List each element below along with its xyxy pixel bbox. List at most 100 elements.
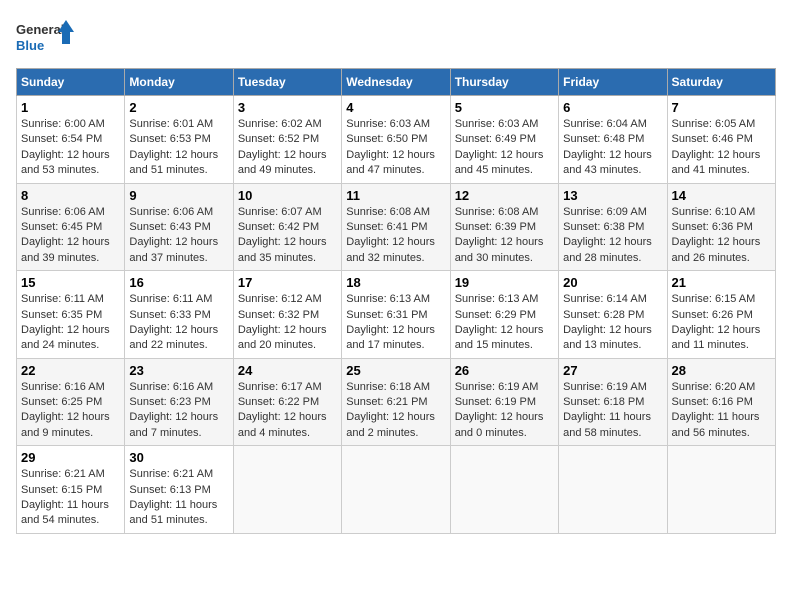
calendar-cell: 20 Sunrise: 6:14 AM Sunset: 6:28 PM Dayli… [559,271,667,359]
calendar-cell: 25 Sunrise: 6:18 AM Sunset: 6:21 PM Dayli… [342,358,450,446]
calendar-cell: 11Sunrise: 6:08 AM Sunset: 6:41 PM Dayli… [342,183,450,271]
logo-svg: General Blue [16,16,76,56]
day-number: 7 [672,100,771,115]
day-info: Sunrise: 6:08 AM Sunset: 6:39 PM Dayligh… [455,205,554,267]
page-header: General Blue [16,16,776,56]
calendar-table: SundayMondayTuesdayWednesdayThursdayFrid… [16,68,776,534]
day-number: 26 [455,363,554,378]
day-number: 15 [21,275,120,290]
calendar-cell: 3 Sunrise: 6:02 AM Sunset: 6:52 PM Daylig… [233,96,341,184]
day-info: Sunrise: 6:21 AM Sunset: 6:15 PM Dayligh… [21,467,120,529]
day-info: Sunrise: 6:15 AM Sunset: 6:26 PM Dayligh… [672,292,771,354]
header-monday: Monday [125,69,233,96]
day-info: Sunrise: 6:12 AM Sunset: 6:32 PM Dayligh… [238,292,337,354]
header-saturday: Saturday [667,69,775,96]
day-number: 8 [21,188,120,203]
day-number: 17 [238,275,337,290]
day-number: 28 [672,363,771,378]
day-info: Sunrise: 6:11 AM Sunset: 6:33 PM Dayligh… [129,292,228,354]
day-number: 18 [346,275,445,290]
calendar-cell: 4 Sunrise: 6:03 AM Sunset: 6:50 PM Daylig… [342,96,450,184]
calendar-cell: 5Sunrise: 6:03 AM Sunset: 6:49 PM Daylig… [450,96,558,184]
calendar-cell: 17 Sunrise: 6:12 AM Sunset: 6:32 PM Dayli… [233,271,341,359]
calendar-cell: 1Sunrise: 6:00 AM Sunset: 6:54 PM Daylig… [17,96,125,184]
calendar-cell: 12 Sunrise: 6:08 AM Sunset: 6:39 PM Dayli… [450,183,558,271]
day-number: 25 [346,363,445,378]
day-number: 6 [563,100,662,115]
day-number: 12 [455,188,554,203]
day-number: 3 [238,100,337,115]
calendar-cell: 8 Sunrise: 6:06 AM Sunset: 6:45 PM Daylig… [17,183,125,271]
calendar-week-4: 22 Sunrise: 6:16 AM Sunset: 6:25 PM Dayli… [17,358,776,446]
day-info: Sunrise: 6:20 AM Sunset: 6:16 PM Dayligh… [672,380,771,442]
day-number: 14 [672,188,771,203]
day-info: Sunrise: 6:02 AM Sunset: 6:52 PM Dayligh… [238,117,337,179]
calendar-cell: 18 Sunrise: 6:13 AM Sunset: 6:31 PM Dayli… [342,271,450,359]
calendar-cell: 14 Sunrise: 6:10 AM Sunset: 6:36 PM Dayli… [667,183,775,271]
calendar-cell [233,446,341,534]
svg-text:General: General [16,22,64,37]
calendar-week-2: 8 Sunrise: 6:06 AM Sunset: 6:45 PM Daylig… [17,183,776,271]
calendar-cell: 19 Sunrise: 6:13 AM Sunset: 6:29 PM Dayli… [450,271,558,359]
day-info: Sunrise: 6:07 AM Sunset: 6:42 PM Dayligh… [238,205,337,267]
calendar-cell [667,446,775,534]
calendar-cell [450,446,558,534]
day-number: 19 [455,275,554,290]
day-info: Sunrise: 6:16 AM Sunset: 6:23 PM Dayligh… [129,380,228,442]
day-info: Sunrise: 6:03 AM Sunset: 6:50 PM Dayligh… [346,117,445,179]
day-number: 30 [129,450,228,465]
day-info: Sunrise: 6:10 AM Sunset: 6:36 PM Dayligh… [672,205,771,267]
calendar-week-3: 15 Sunrise: 6:11 AM Sunset: 6:35 PM Dayli… [17,271,776,359]
day-info: Sunrise: 6:19 AM Sunset: 6:18 PM Dayligh… [563,380,662,442]
day-info: Sunrise: 6:08 AM Sunset: 6:41 PM Dayligh… [346,205,445,267]
day-info: Sunrise: 6:04 AM Sunset: 6:48 PM Dayligh… [563,117,662,179]
day-info: Sunrise: 6:05 AM Sunset: 6:46 PM Dayligh… [672,117,771,179]
day-number: 10 [238,188,337,203]
header-thursday: Thursday [450,69,558,96]
day-info: Sunrise: 6:14 AM Sunset: 6:28 PM Dayligh… [563,292,662,354]
calendar-cell: 7 Sunrise: 6:05 AM Sunset: 6:46 PM Daylig… [667,96,775,184]
day-number: 29 [21,450,120,465]
day-info: Sunrise: 6:00 AM Sunset: 6:54 PM Dayligh… [21,117,120,179]
day-info: Sunrise: 6:06 AM Sunset: 6:43 PM Dayligh… [129,205,228,267]
calendar-cell [559,446,667,534]
day-info: Sunrise: 6:16 AM Sunset: 6:25 PM Dayligh… [21,380,120,442]
day-number: 2 [129,100,228,115]
day-number: 22 [21,363,120,378]
calendar-cell: 28 Sunrise: 6:20 AM Sunset: 6:16 PM Dayli… [667,358,775,446]
day-info: Sunrise: 6:09 AM Sunset: 6:38 PM Dayligh… [563,205,662,267]
svg-text:Blue: Blue [16,38,44,53]
calendar-cell: 27Sunrise: 6:19 AM Sunset: 6:18 PM Dayli… [559,358,667,446]
calendar-cell: 6 Sunrise: 6:04 AM Sunset: 6:48 PM Daylig… [559,96,667,184]
calendar-week-1: 1Sunrise: 6:00 AM Sunset: 6:54 PM Daylig… [17,96,776,184]
day-number: 16 [129,275,228,290]
calendar-cell: 22 Sunrise: 6:16 AM Sunset: 6:25 PM Dayli… [17,358,125,446]
day-number: 9 [129,188,228,203]
day-number: 21 [672,275,771,290]
header-sunday: Sunday [17,69,125,96]
day-number: 13 [563,188,662,203]
day-number: 20 [563,275,662,290]
header-tuesday: Tuesday [233,69,341,96]
calendar-cell: 21 Sunrise: 6:15 AM Sunset: 6:26 PM Dayli… [667,271,775,359]
calendar-cell: 24Sunrise: 6:17 AM Sunset: 6:22 PM Dayli… [233,358,341,446]
logo: General Blue [16,16,76,56]
header-friday: Friday [559,69,667,96]
calendar-week-5: 29 Sunrise: 6:21 AM Sunset: 6:15 PM Dayli… [17,446,776,534]
day-info: Sunrise: 6:13 AM Sunset: 6:31 PM Dayligh… [346,292,445,354]
day-info: Sunrise: 6:03 AM Sunset: 6:49 PM Dayligh… [455,117,554,179]
calendar-cell: 15 Sunrise: 6:11 AM Sunset: 6:35 PM Dayli… [17,271,125,359]
calendar-cell: 10 Sunrise: 6:07 AM Sunset: 6:42 PM Dayli… [233,183,341,271]
calendar-cell: 9 Sunrise: 6:06 AM Sunset: 6:43 PM Daylig… [125,183,233,271]
day-info: Sunrise: 6:11 AM Sunset: 6:35 PM Dayligh… [21,292,120,354]
calendar-cell: 13 Sunrise: 6:09 AM Sunset: 6:38 PM Dayli… [559,183,667,271]
calendar-cell: 16 Sunrise: 6:11 AM Sunset: 6:33 PM Dayli… [125,271,233,359]
day-number: 24 [238,363,337,378]
day-info: Sunrise: 6:13 AM Sunset: 6:29 PM Dayligh… [455,292,554,354]
calendar-header-row: SundayMondayTuesdayWednesdayThursdayFrid… [17,69,776,96]
calendar-cell: 2Sunrise: 6:01 AM Sunset: 6:53 PM Daylig… [125,96,233,184]
day-info: Sunrise: 6:06 AM Sunset: 6:45 PM Dayligh… [21,205,120,267]
day-number: 4 [346,100,445,115]
day-info: Sunrise: 6:18 AM Sunset: 6:21 PM Dayligh… [346,380,445,442]
day-info: Sunrise: 6:21 AM Sunset: 6:13 PM Dayligh… [129,467,228,529]
